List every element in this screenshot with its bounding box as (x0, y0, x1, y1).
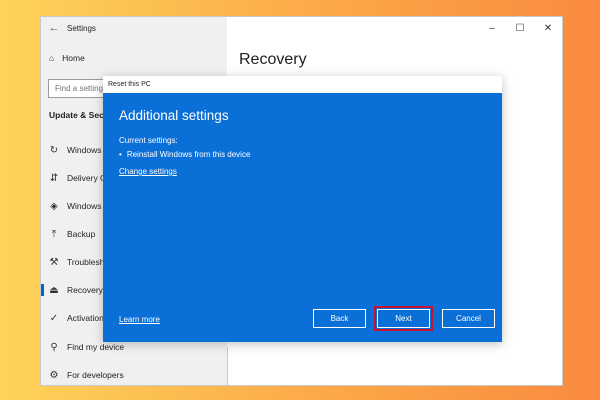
back-arrow-icon[interactable]: ← (41, 22, 67, 34)
home-label: Home (62, 53, 85, 63)
reset-pc-dialog: Reset this PC Additional settings Curren… (103, 76, 502, 342)
upload-icon: ⤒ (51, 228, 57, 240)
change-settings-link[interactable]: Change settings (119, 167, 177, 176)
current-settings-label: Current settings: (119, 136, 178, 145)
current-settings-item: • Reinstall Windows from this device (119, 150, 250, 159)
sidebar-item-label: Backup (67, 229, 96, 239)
next-button[interactable]: Next (374, 306, 433, 331)
dialog-titlebar: Reset this PC (103, 76, 502, 93)
wrench-icon: ⚒ (49, 256, 59, 268)
back-button[interactable]: Back (313, 309, 366, 328)
divider (227, 347, 228, 385)
window-title: Settings (67, 23, 96, 33)
sidebar-item-label: For developers (67, 370, 124, 380)
maximize-icon[interactable]: ☐ (506, 23, 534, 34)
close-icon[interactable]: ✕ (534, 23, 562, 34)
sidebar-item-label: Activation (67, 313, 104, 323)
dialog-heading: Additional settings (119, 108, 229, 123)
page-title: Recovery (239, 51, 307, 68)
sidebar-item-for-developers[interactable]: ⚙ For developers (41, 363, 227, 385)
current-settings-value: Reinstall Windows from this device (126, 150, 251, 159)
recovery-icon: ⏏ (49, 284, 59, 296)
dialog-window-title: Reset this PC (108, 81, 151, 88)
window-controls: – ☐ ✕ (478, 17, 562, 39)
minimize-icon[interactable]: – (478, 23, 506, 34)
home-icon: ⌂ (49, 53, 55, 63)
refresh-icon: ↻ (49, 144, 59, 156)
person-location-icon: ⚲ (50, 341, 58, 353)
bullet-icon: • (119, 150, 122, 159)
shield-icon: ◈ (50, 200, 58, 212)
developer-icon: ⚙ (49, 369, 59, 381)
nav-home[interactable]: ⌂ Home (49, 53, 85, 63)
settings-titlebar: ← Settings (41, 17, 227, 39)
cancel-button[interactable]: Cancel (442, 309, 495, 328)
check-circle-icon: ✓ (49, 312, 59, 324)
learn-more-link[interactable]: Learn more (119, 315, 160, 324)
sidebar-item-label: Recovery (67, 285, 103, 295)
sidebar-item-label: Find my device (67, 342, 125, 352)
delivery-icon: ⇵ (49, 172, 59, 184)
